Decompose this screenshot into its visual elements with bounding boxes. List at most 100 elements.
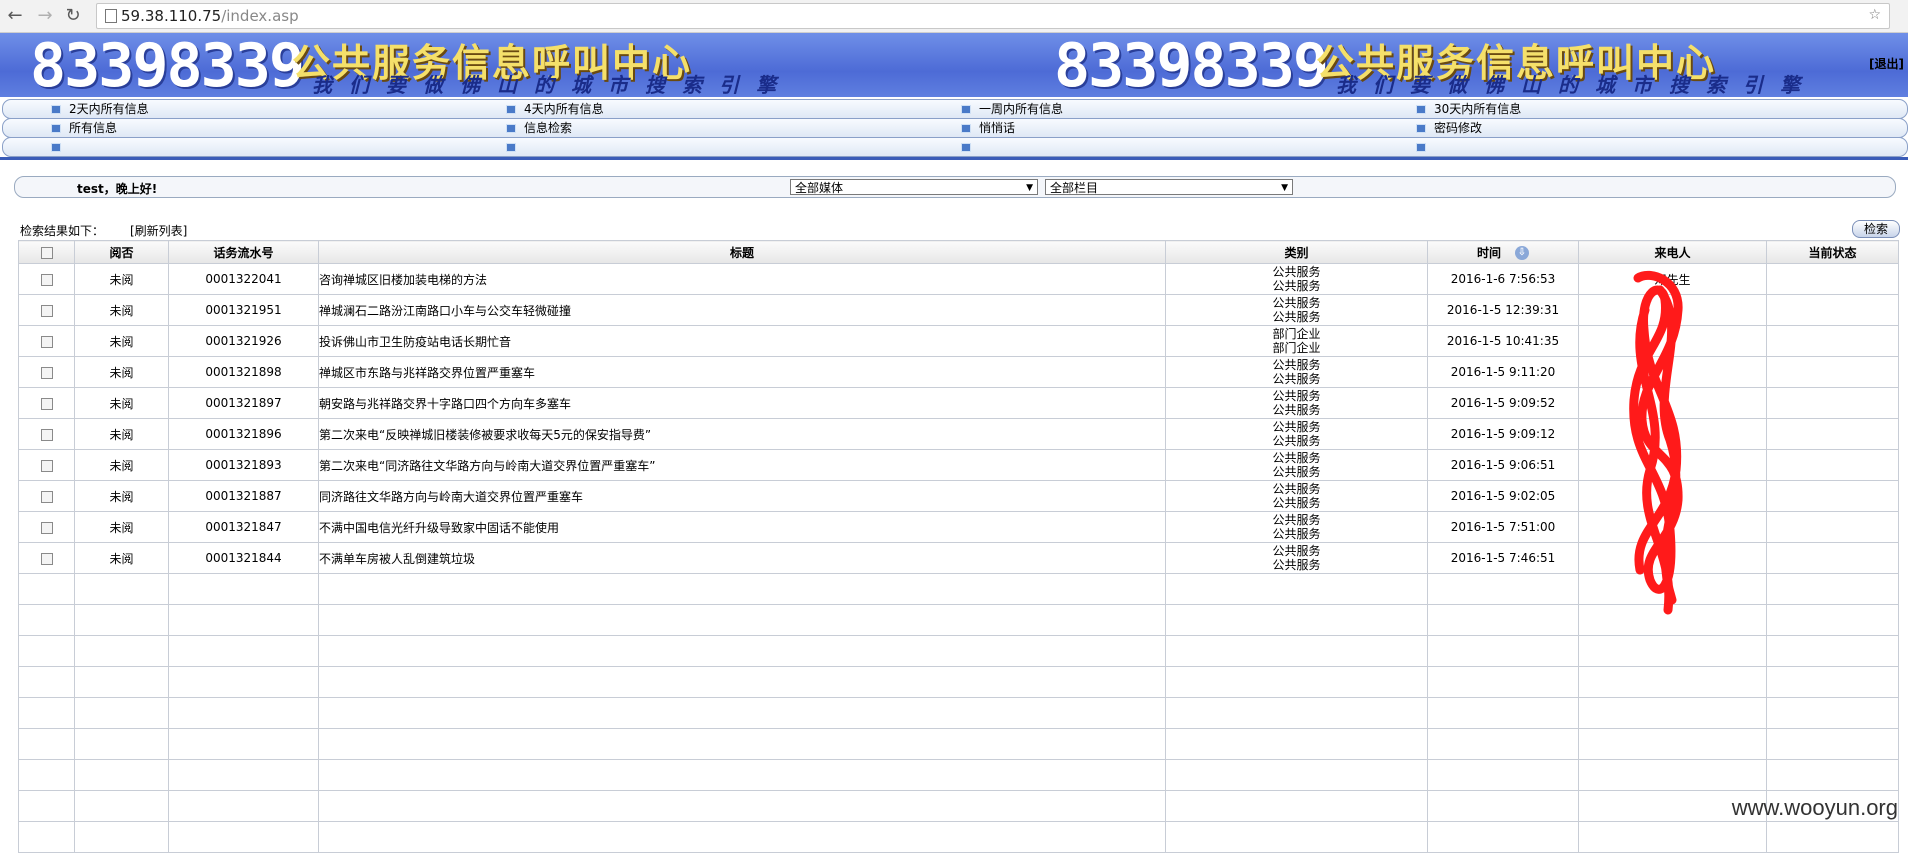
row-checkbox[interactable]	[18, 294, 75, 326]
header-title[interactable]: 标题	[318, 240, 1166, 264]
column-select[interactable]: 全部栏目 ▼	[1045, 179, 1293, 195]
empty-cell	[1165, 728, 1428, 760]
bullet-icon	[506, 143, 516, 152]
empty-cell	[18, 573, 75, 605]
table-row[interactable]: 未阅 0001321847 不满中国电信光纤升级导致家中固话不能使用 公共服务 公共服务…	[18, 511, 1899, 543]
title-link[interactable]: 同济路往文华路方向与岭南大道交界位置严重塞车	[318, 480, 1166, 512]
empty-cell	[1578, 821, 1767, 853]
title-link[interactable]: 不满中国电信光纤升级导致家中固话不能使用	[318, 511, 1166, 543]
row-checkbox[interactable]	[18, 387, 75, 419]
status-cell	[1766, 542, 1899, 574]
select-all-checkbox[interactable]	[18, 240, 75, 264]
read-status-cell: 未阅	[74, 542, 169, 574]
header-id[interactable]: 话务流水号	[168, 240, 319, 264]
header-status[interactable]: 当前状态	[1766, 240, 1899, 264]
read-status-cell: 未阅	[74, 294, 169, 326]
empty-cell	[18, 759, 75, 791]
status-cell	[1766, 418, 1899, 450]
menu-divider	[0, 157, 1908, 160]
media-select[interactable]: 全部媒体 ▼	[790, 179, 1038, 195]
title-link[interactable]: 第二次来电“同济路往文华路方向与岭南大道交界位置严重塞车”	[318, 449, 1166, 481]
title-link[interactable]: 禅城澜石二路汾江南路口小车与公交车轻微碰撞	[318, 294, 1166, 326]
table-row[interactable]: 未阅 0001321897 朝安路与兆祥路交界十字路口四个方向车多塞车 公共服务 公共服…	[18, 387, 1899, 419]
menu-item-2days[interactable]: 2天内所有信息	[47, 101, 149, 117]
row-checkbox[interactable]	[18, 542, 75, 574]
empty-cell	[1766, 821, 1899, 853]
header-caller[interactable]: 来电人	[1578, 240, 1767, 264]
bookmark-star-icon[interactable]: ☆	[1868, 7, 1881, 23]
table-row[interactable]: 未阅 0001321951 禅城澜石二路汾江南路口小车与公交车轻微碰撞 公共服务 公共服…	[18, 294, 1899, 326]
table-row[interactable]: 未阅 0001321926 投诉佛山市卫生防疫站电话长期忙音 部门企业 部门企业 2016…	[18, 325, 1899, 357]
title-link[interactable]: 投诉佛山市卫生防疫站电话长期忙音	[318, 325, 1166, 357]
time-cell: 2016-1-5 7:46:51	[1427, 542, 1579, 574]
read-status-cell: 未阅	[74, 356, 169, 388]
empty-cell	[74, 604, 169, 636]
menu-row-2: 所有信息 信息检索 悄悄话 密码修改	[2, 118, 1908, 138]
empty-cell	[18, 604, 75, 636]
banner-phone: 83398339	[1054, 31, 1329, 101]
results-table: 阅否 话务流水号 标题 类别 时间 ⇩ 来电人 当前状态 未阅 0001322041…	[18, 240, 1899, 853]
empty-row	[18, 635, 1899, 667]
table-row[interactable]: 未阅 0001321844 不满单车房被人乱倒建筑垃圾 公共服务 公共服务 2016-1-…	[18, 542, 1899, 574]
table-row[interactable]: 未阅 0001321893 第二次来电“同济路往文华路方向与岭南大道交界位置严重塞车…	[18, 449, 1899, 481]
empty-cell	[18, 666, 75, 698]
url-text: 59.38.110.75/index.asp	[121, 7, 299, 25]
table-row[interactable]: 未阅 0001322041 咨询禅城区旧楼加装电梯的方法 公共服务 公共服务 2016-1…	[18, 263, 1899, 295]
row-checkbox[interactable]	[18, 511, 75, 543]
menu-item-4days[interactable]: 4天内所有信息	[502, 101, 604, 117]
menu-item-empty	[1412, 139, 1434, 155]
title-link[interactable]: 第二次来电“反映禅城旧楼装修被要求收每天5元的保安指导费”	[318, 418, 1166, 450]
forward-icon[interactable]: →	[34, 5, 56, 27]
table-row[interactable]: 未阅 0001321896 第二次来电“反映禅城旧楼装修被要求收每天5元的保安指导费…	[18, 418, 1899, 450]
menu-item-1week[interactable]: 一周内所有信息	[957, 101, 1063, 117]
sort-down-icon[interactable]: ⇩	[1515, 246, 1529, 260]
read-status-cell: 未阅	[74, 263, 169, 295]
menu-item-all[interactable]: 所有信息	[47, 120, 117, 136]
header-time[interactable]: 时间 ⇩	[1427, 240, 1579, 264]
row-checkbox[interactable]	[18, 356, 75, 388]
empty-row	[18, 604, 1899, 636]
address-bar[interactable]: 59.38.110.75/index.asp ☆	[96, 3, 1890, 29]
title-link[interactable]: 禅城区市东路与兆祥路交界位置严重塞车	[318, 356, 1166, 388]
time-cell: 2016-1-5 7:51:00	[1427, 511, 1579, 543]
row-checkbox[interactable]	[18, 325, 75, 357]
empty-cell	[318, 759, 1166, 791]
empty-cell	[1427, 790, 1579, 822]
time-cell: 2016-1-6 7:56:53	[1427, 263, 1579, 295]
search-button[interactable]: 检索	[1852, 220, 1900, 238]
read-status-cell: 未阅	[74, 325, 169, 357]
refresh-list-link[interactable]: [刷新列表]	[130, 222, 187, 239]
watermark-text: www.wooyun.org	[1731, 795, 1898, 820]
read-status-cell: 未阅	[74, 387, 169, 419]
menu-item-empty	[502, 139, 524, 155]
empty-cell	[1766, 604, 1899, 636]
row-checkbox[interactable]	[18, 480, 75, 512]
row-checkbox[interactable]	[18, 418, 75, 450]
empty-cell	[318, 635, 1166, 667]
empty-cell	[18, 635, 75, 667]
back-icon[interactable]: ←	[4, 5, 26, 27]
menu-item-30days[interactable]: 30天内所有信息	[1412, 101, 1521, 117]
title-link[interactable]: 咨询禅城区旧楼加装电梯的方法	[318, 263, 1166, 295]
row-checkbox[interactable]	[18, 263, 75, 295]
reload-icon[interactable]: ↻	[62, 5, 84, 27]
title-link[interactable]: 朝安路与兆祥路交界十字路口四个方向车多塞车	[318, 387, 1166, 419]
empty-cell	[318, 790, 1166, 822]
table-row[interactable]: 未阅 0001321887 同济路往文华路方向与岭南大道交界位置严重塞车 公共服务 公共…	[18, 480, 1899, 512]
menu-item-whisper[interactable]: 悄悄话	[957, 120, 1015, 136]
empty-cell	[1427, 697, 1579, 729]
status-cell	[1766, 356, 1899, 388]
header-category[interactable]: 类别	[1165, 240, 1428, 264]
status-cell	[1766, 325, 1899, 357]
status-cell	[1766, 480, 1899, 512]
menu-item-search[interactable]: 信息检索	[502, 120, 572, 136]
site-banner: 83398339 公共服务信息呼叫中心 我们要做佛山的城市搜索引擎 833983…	[0, 31, 1908, 101]
empty-cell	[1578, 697, 1767, 729]
row-checkbox[interactable]	[18, 449, 75, 481]
title-link[interactable]: 不满单车房被人乱倒建筑垃圾	[318, 542, 1166, 574]
table-row[interactable]: 未阅 0001321898 禅城区市东路与兆祥路交界位置严重塞车 公共服务 公共服务 20…	[18, 356, 1899, 388]
logout-link[interactable]: [退出]	[1869, 55, 1904, 72]
menu-item-password[interactable]: 密码修改	[1412, 120, 1482, 136]
header-read[interactable]: 阅否	[74, 240, 169, 264]
empty-cell	[1766, 573, 1899, 605]
